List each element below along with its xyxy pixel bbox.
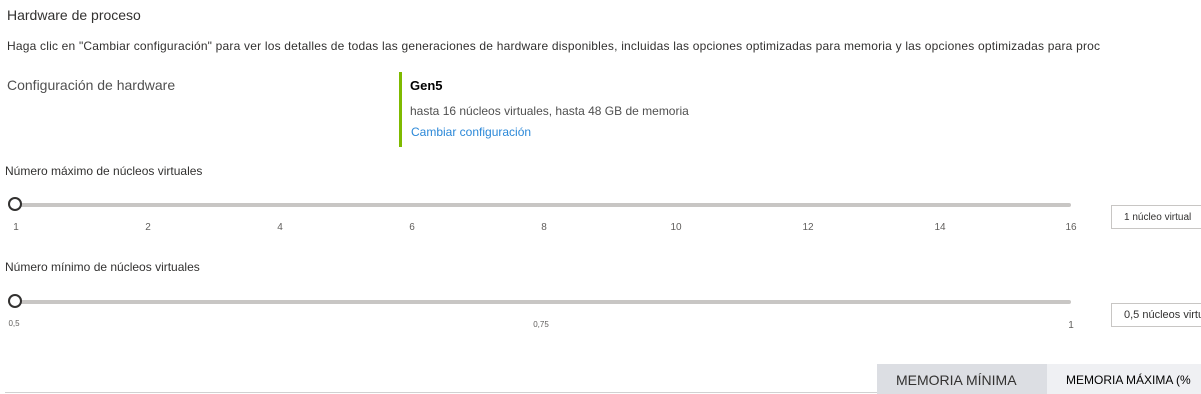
hardware-config-label: Configuración de hardware [7,77,176,93]
max-vcores-label: Número máximo de núcleos virtuales [5,164,203,178]
min-vcores-slider-track[interactable] [15,300,1071,304]
max-vcores-slider-thumb[interactable] [8,197,22,211]
max-vcores-tick: 10 [670,222,682,233]
hardware-generation: Gen5 [410,78,443,93]
max-vcores-tick: 1 [13,222,19,233]
min-vcores-tick: 1 [1068,320,1074,331]
min-vcores-value-box[interactable]: 0,5 núcleos virtu [1111,303,1201,327]
tab-min-memory[interactable]: MEMORIA MÍNIMA [877,364,1047,394]
max-vcores-tick: 12 [802,222,814,233]
tab-max-memory[interactable]: MEMORIA MÁXIMA (% [1047,364,1201,394]
divider [5,392,877,393]
section-title: Hardware de proceso [7,7,141,23]
min-vcores-label: Número mínimo de núcleos virtuales [5,260,200,274]
max-vcores-slider-track[interactable] [15,203,1071,207]
max-vcores-tick: 4 [277,222,283,233]
min-vcores-slider-thumb[interactable] [8,294,22,308]
max-vcores-tick: 16 [1065,222,1077,233]
max-vcores-value-box[interactable]: 1 núcleo virtual [1111,205,1201,229]
min-vcores-tick: 0,5 [8,319,20,328]
section-description: Haga clic en "Cambiar configuración" par… [7,39,1101,53]
min-vcores-tick: 0,75 [533,320,549,329]
hardware-details: hasta 16 núcleos virtuales, hasta 48 GB … [410,104,689,118]
max-vcores-tick: 8 [541,222,547,233]
hardware-accent-bar [399,72,402,147]
max-vcores-tick: 6 [409,222,415,233]
max-vcores-tick: 14 [934,222,946,233]
max-vcores-tick: 2 [145,222,151,233]
change-configuration-link[interactable]: Cambiar configuración [411,125,531,139]
